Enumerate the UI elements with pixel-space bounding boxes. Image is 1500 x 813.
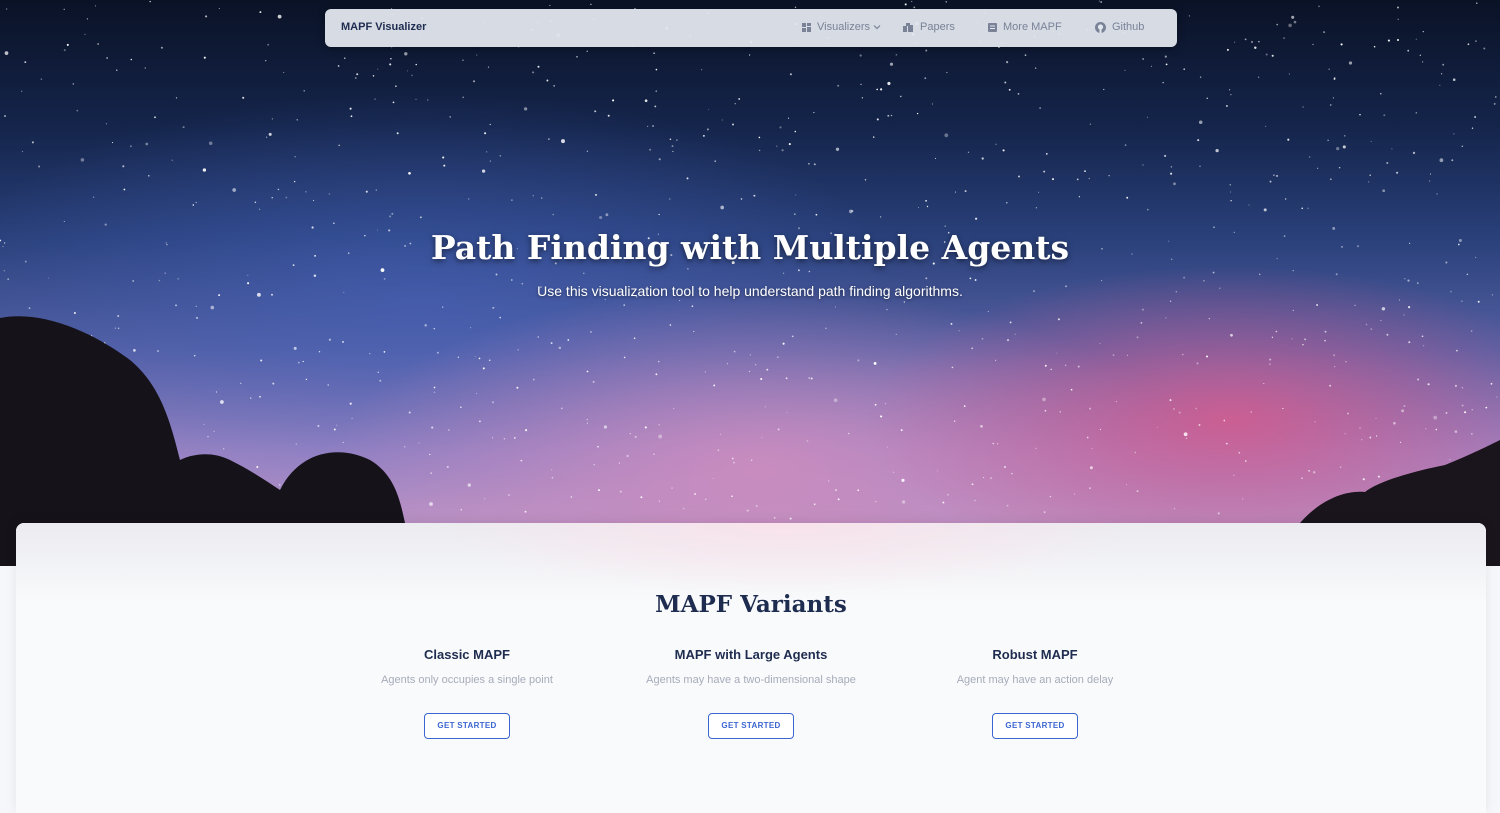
section-title: MAPF Variants: [655, 591, 847, 618]
variant-description: Agent may have an action delay: [956, 674, 1114, 686]
nav-item-label: Visualizers: [817, 21, 870, 33]
card-pink-glow: [436, 523, 1136, 593]
document-icon: [988, 22, 997, 32]
variant-large-agents: MAPF with Large Agents Agents may have a…: [621, 647, 881, 739]
hero-section: Path Finding with Multiple Agents Use th…: [0, 0, 1500, 566]
variant-description: Agents may have a two-dimensional shape: [646, 674, 856, 686]
variant-title: Classic MAPF: [424, 647, 510, 662]
get-started-button-classic[interactable]: GET STARTED: [424, 713, 510, 739]
nav-item-label: More MAPF: [1003, 21, 1062, 33]
chevron-down-icon: [873, 25, 881, 30]
top-navbar: MAPF Visualizer Visualizers Papers More …: [325, 9, 1177, 47]
variant-classic-mapf: Classic MAPF Agents only occupies a sing…: [337, 647, 597, 739]
get-started-button-robust[interactable]: GET STARTED: [992, 713, 1078, 739]
variant-description: Agents only occupies a single point: [381, 674, 553, 686]
nav-item-label: Papers: [920, 21, 955, 33]
variant-title: Robust MAPF: [992, 647, 1078, 662]
nav-item-more-mapf[interactable]: More MAPF: [988, 21, 1062, 33]
github-icon: [1095, 21, 1106, 33]
nav-item-github[interactable]: Github: [1095, 21, 1144, 33]
get-started-button-large-agents[interactable]: GET STARTED: [708, 713, 794, 739]
variant-robust-mapf: Robust MAPF Agent may have an action del…: [905, 647, 1165, 739]
nav-item-visualizers[interactable]: Visualizers: [802, 21, 881, 33]
nav-item-label: Github: [1112, 21, 1145, 33]
hero-title: Path Finding with Multiple Agents: [430, 228, 1070, 267]
variant-title: MAPF with Large Agents: [674, 647, 828, 662]
books-icon: [903, 22, 913, 32]
variants-card: MAPF Variants Classic MAPF Agents only o…: [16, 523, 1486, 813]
brand-link[interactable]: MAPF Visualizer: [341, 21, 426, 33]
hero-subtitle: Use this visualization tool to help unde…: [537, 283, 963, 299]
nav-item-papers[interactable]: Papers: [903, 21, 955, 33]
grid-icon: [802, 22, 811, 32]
